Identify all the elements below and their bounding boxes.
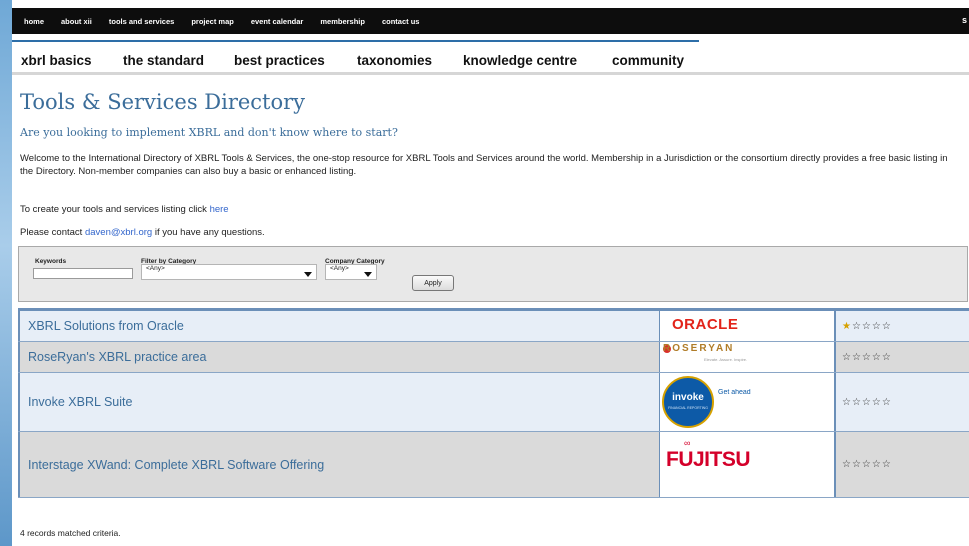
rating-stars-empty: ☆☆☆☆ (851, 320, 892, 332)
invoke-tagline: Get ahead (718, 389, 751, 396)
tab-xbrl-basics[interactable]: xbrl basics (21, 53, 92, 68)
contact-prefix: Please contact (20, 227, 83, 238)
fujitsu-logo[interactable]: ∞ FUJITSU (660, 432, 836, 497)
results-table: XBRL Solutions from Oracle ORACLE ★ ☆☆☆☆ … (18, 308, 969, 498)
topnav-about[interactable]: about xii (61, 17, 92, 26)
rating-stars-empty: ☆☆☆☆☆ (842, 396, 892, 408)
oracle-logo-text: ORACLE (672, 316, 739, 333)
company-category-select[interactable]: <Any> (325, 264, 377, 280)
contact-email-link[interactable]: daven@xbrl.org (85, 227, 152, 238)
main-navigation: xbrl basics the standard best practices … (12, 40, 969, 75)
category-select[interactable]: <Any> (141, 264, 317, 280)
table-row: Interstage XWand: Complete XBRL Software… (18, 432, 969, 498)
rating-stars[interactable]: ☆☆☆☆☆ (836, 432, 969, 497)
tab-the-standard[interactable]: the standard (123, 53, 204, 68)
listing-title-link[interactable]: XBRL Solutions from Oracle (18, 311, 660, 341)
topnav-tools-services[interactable]: tools and services (109, 17, 174, 26)
tab-taxonomies[interactable]: taxonomies (357, 53, 432, 68)
oracle-logo[interactable]: ORACLE (660, 311, 836, 341)
page-title: Tools & Services Directory (20, 90, 306, 114)
page-edge (0, 0, 12, 546)
rating-stars-empty: ☆☆☆☆☆ (842, 459, 892, 470)
contact-line: Please contact daven@xbrl.org if you hav… (20, 227, 960, 240)
table-row: XBRL Solutions from Oracle ORACLE ★ ☆☆☆☆ (18, 311, 969, 342)
roseryan-logo[interactable]: ROSERYAN Elevate. Assure. Inspire. (660, 342, 836, 372)
roseryan-tagline: Elevate. Assure. Inspire. (704, 357, 748, 362)
listing-title-link[interactable]: Interstage XWand: Complete XBRL Software… (18, 432, 660, 497)
contact-suffix: if you have any questions. (154, 227, 265, 238)
roseryan-logo-text: ROSERYAN (663, 343, 735, 354)
table-row: RoseRyan's XBRL practice area ROSERYAN E… (18, 342, 969, 373)
table-row: Invoke XBRL Suite invoke FINANCIAL REPOR… (18, 373, 969, 432)
keywords-label: Keywords (35, 258, 67, 265)
fujitsu-logo-text: FUJITSU (666, 448, 751, 471)
rating-stars[interactable]: ☆☆☆☆☆ (836, 342, 969, 372)
page: home about xii tools and services projec… (12, 0, 969, 546)
keywords-input[interactable] (33, 268, 133, 279)
invoke-badge: invoke FINANCIAL REPORTING (662, 376, 714, 428)
listing-title-link[interactable]: Invoke XBRL Suite (18, 373, 660, 431)
create-listing-text: To create your tools and services listin… (20, 204, 207, 215)
company-category-value: <Any> (330, 265, 349, 272)
rating-stars[interactable]: ★ ☆☆☆☆ (836, 311, 969, 341)
create-listing-link[interactable]: here (210, 204, 229, 215)
rating-stars[interactable]: ☆☆☆☆☆ (836, 373, 969, 431)
chevron-down-icon (364, 272, 372, 277)
invoke-logo-text: invoke (672, 392, 704, 403)
rating-stars-empty: ☆☆☆☆☆ (842, 351, 892, 363)
records-count: 4 records matched criteria. (20, 528, 121, 538)
page-subtitle: Are you looking to implement XBRL and do… (20, 126, 398, 139)
create-listing-line: To create your tools and services listin… (20, 204, 960, 217)
topnav-event-calendar[interactable]: event calendar (251, 17, 304, 26)
invoke-logo-subtext: FINANCIAL REPORTING (668, 406, 708, 410)
intro-paragraph: Welcome to the International Directory o… (20, 153, 948, 177)
topnav-project-map[interactable]: project map (191, 17, 234, 26)
infinity-icon: ∞ (684, 438, 691, 448)
top-navigation: home about xii tools and services projec… (12, 8, 969, 34)
apply-button[interactable]: Apply (412, 275, 454, 291)
topnav-search-fragment[interactable]: s (962, 15, 967, 25)
chevron-down-icon (304, 272, 312, 277)
category-select-value: <Any> (146, 265, 165, 272)
topnav-home[interactable]: home (24, 17, 44, 26)
rating-star-filled: ★ (842, 320, 852, 332)
tab-best-practices[interactable]: best practices (234, 53, 325, 68)
tab-community[interactable]: community (612, 53, 684, 68)
tab-knowledge-centre[interactable]: knowledge centre (463, 53, 577, 68)
main-nav-accent-bar (12, 40, 699, 42)
invoke-logo[interactable]: invoke FINANCIAL REPORTING Get ahead (660, 373, 836, 431)
filter-panel: Keywords Filter by Category <Any> Compan… (18, 246, 968, 302)
topnav-contact-us[interactable]: contact us (382, 17, 420, 26)
topnav-membership[interactable]: membership (320, 17, 365, 26)
listing-title-link[interactable]: RoseRyan's XBRL practice area (18, 342, 660, 372)
